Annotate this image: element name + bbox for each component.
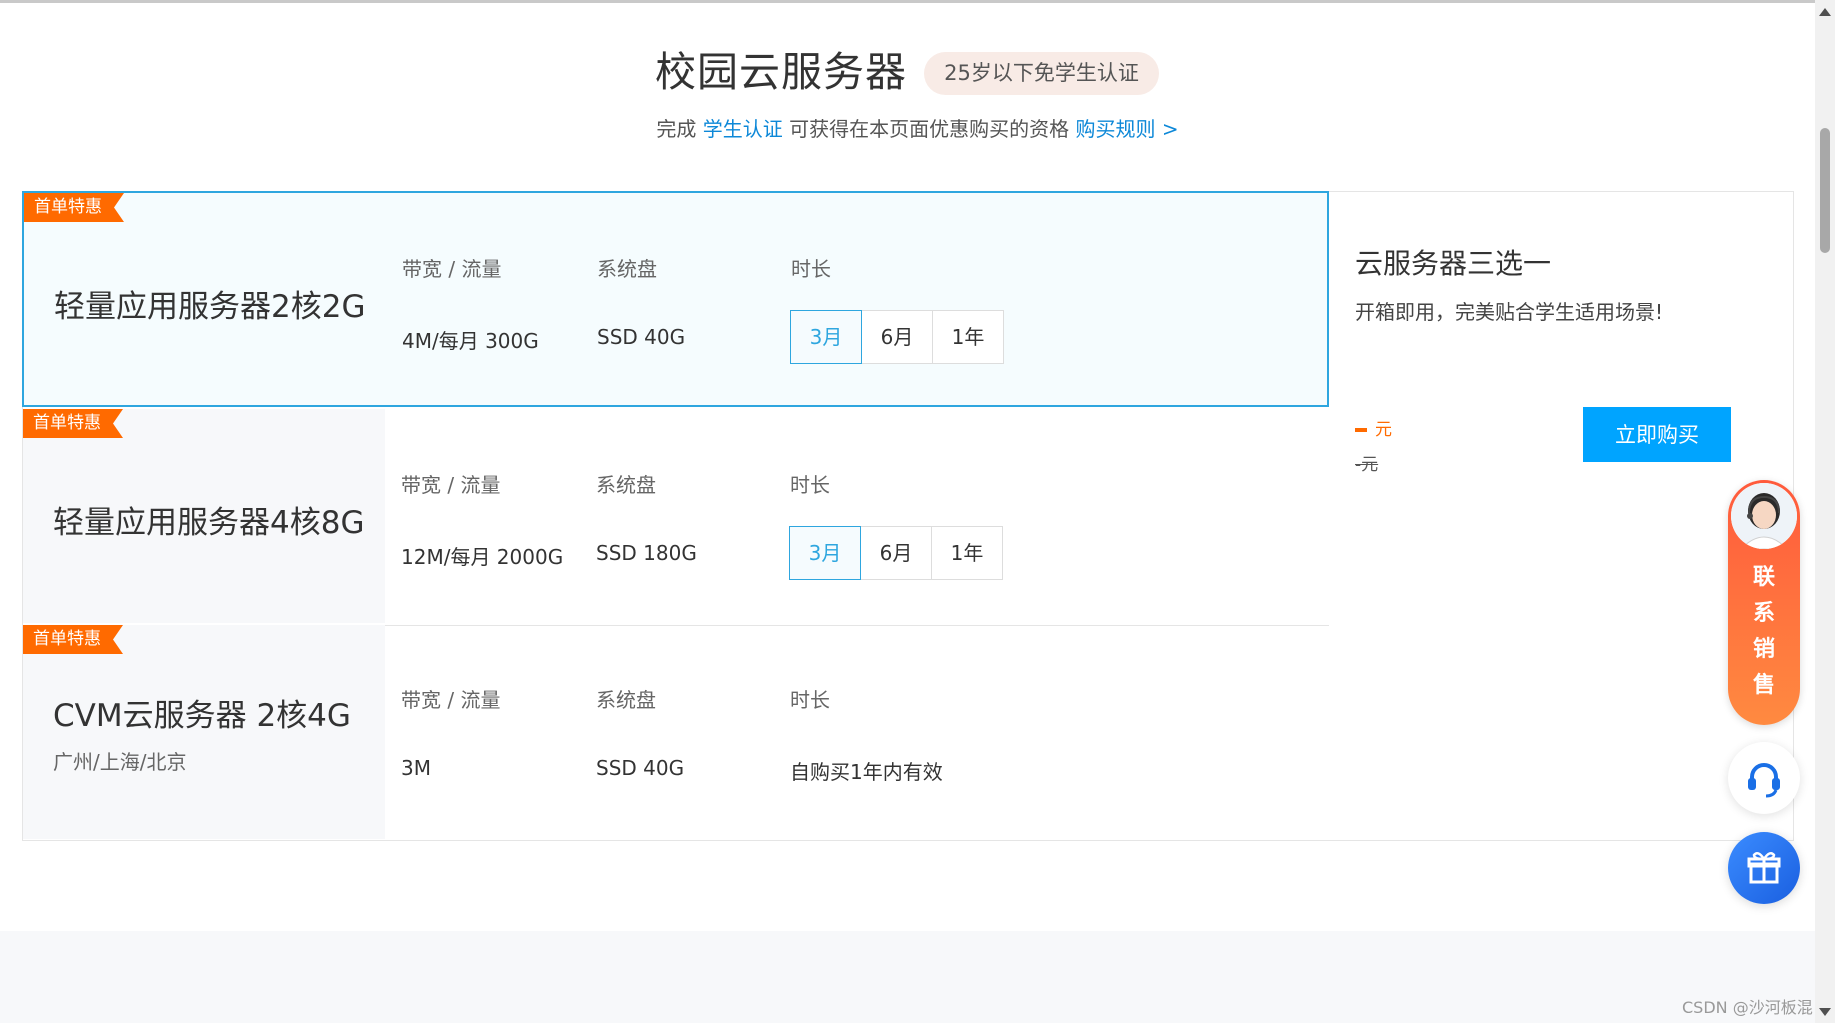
- duration-option-1y[interactable]: 1年: [931, 526, 1003, 580]
- student-badge: 25岁以下免学生认证: [924, 52, 1159, 95]
- bandwidth-label: 带宽 / 流量: [401, 473, 501, 497]
- buy-now-button[interactable]: 立即购买: [1583, 407, 1731, 462]
- duration-label: 时长: [790, 688, 830, 712]
- scroll-up-arrow-icon[interactable]: [1819, 8, 1831, 16]
- disk-label: 系统盘: [596, 473, 656, 497]
- product-name: 轻量应用服务器2核2G: [54, 289, 366, 325]
- duration-option-3m[interactable]: 3月: [789, 526, 861, 580]
- vertical-scrollbar[interactable]: [1815, 0, 1835, 1023]
- bandwidth-label: 带宽 / 流量: [401, 688, 501, 712]
- headset-icon: [1748, 763, 1780, 798]
- bandwidth-value: 12M/每月 2000G: [401, 545, 564, 569]
- disk-value: SSD 40G: [597, 325, 686, 349]
- top-divider: [0, 0, 1815, 3]
- original-price: -元: [1355, 455, 1379, 475]
- contact-sales-char: 售: [1752, 673, 1775, 698]
- product-row-2[interactable]: 首单特惠 轻量应用服务器4核8G 带宽 / 流量 系统盘 时长 12M/每月 2…: [22, 408, 1329, 624]
- product-row-1[interactable]: 首单特惠 轻量应用服务器2核2G 带宽 / 流量 系统盘 时长 4M/每月 30…: [22, 191, 1329, 407]
- duration-selector: 3月 6月 1年: [789, 526, 1003, 580]
- product-region: 广州/上海/北京: [53, 750, 187, 774]
- scroll-down-arrow-icon[interactable]: [1819, 1008, 1831, 1016]
- student-auth-link[interactable]: 学生认证: [703, 117, 783, 141]
- customer-support-button[interactable]: [1728, 742, 1800, 814]
- duration-option-6m[interactable]: 6月: [860, 526, 932, 580]
- right-panel-desc: 开箱即用，完美贴合学生适用场景!: [1355, 300, 1664, 324]
- duration-label: 时长: [790, 473, 830, 497]
- watermark: CSDN @沙河板混: [1682, 998, 1813, 1017]
- product-name: 轻量应用服务器4核8G: [53, 505, 365, 541]
- duration-option-3m[interactable]: 3月: [790, 310, 862, 364]
- disk-value: SSD 40G: [596, 756, 685, 780]
- product-name: CVM云服务器 2核4G: [53, 698, 351, 734]
- contact-sales-char: 销: [1752, 637, 1775, 662]
- contact-sales-char: 联: [1752, 565, 1775, 590]
- contact-sales-label: 联 系 销 售: [1728, 560, 1800, 704]
- price-placeholder-dash: [1355, 428, 1367, 432]
- duration-option-6m[interactable]: 6月: [861, 310, 933, 364]
- subtitle: 完成 学生认证 可获得在本页面优惠购买的资格 购买规则 >: [0, 114, 1835, 144]
- bandwidth-label: 带宽 / 流量: [402, 257, 502, 281]
- first-order-ribbon: 首单特惠: [23, 625, 123, 654]
- gift-icon: [1747, 851, 1781, 884]
- contact-sales-widget[interactable]: 联 系 销 售: [1728, 480, 1800, 725]
- page-title: 校园云服务器: [655, 48, 907, 96]
- right-panel-title: 云服务器三选一: [1355, 247, 1552, 280]
- subtitle-prefix: 完成: [656, 117, 703, 141]
- duration-value: 自购买1年内有效: [790, 760, 943, 784]
- contact-sales-char: 系: [1752, 601, 1775, 626]
- product-row-3[interactable]: 首单特惠 CVM云服务器 2核4G 广州/上海/北京 带宽 / 流量 系统盘 时…: [22, 624, 1329, 840]
- row-divider: [22, 840, 1329, 841]
- bandwidth-value: 3M: [401, 756, 431, 780]
- disk-label: 系统盘: [597, 257, 657, 281]
- price-unit: 元: [1375, 420, 1392, 440]
- duration-option-1y[interactable]: 1年: [932, 310, 1004, 364]
- sales-avatar: [1731, 483, 1797, 549]
- purchase-rules-link[interactable]: 购买规则 >: [1075, 117, 1178, 141]
- price: 元: [1355, 415, 1392, 440]
- first-order-ribbon: 首单特惠: [23, 409, 123, 438]
- subtitle-middle: 可获得在本页面优惠购买的资格: [782, 117, 1076, 141]
- gift-button[interactable]: [1728, 832, 1800, 904]
- disk-label: 系统盘: [596, 688, 656, 712]
- first-order-ribbon: 首单特惠: [24, 193, 124, 222]
- header: 校园云服务器 25岁以下免学生认证: [0, 44, 1835, 104]
- duration-selector: 3月 6月 1年: [790, 310, 1004, 364]
- disk-value: SSD 180G: [596, 541, 697, 565]
- footer-band: [0, 931, 1815, 1023]
- scroll-thumb[interactable]: [1820, 128, 1830, 253]
- bandwidth-value: 4M/每月 300G: [402, 329, 539, 353]
- duration-label: 时长: [791, 257, 831, 281]
